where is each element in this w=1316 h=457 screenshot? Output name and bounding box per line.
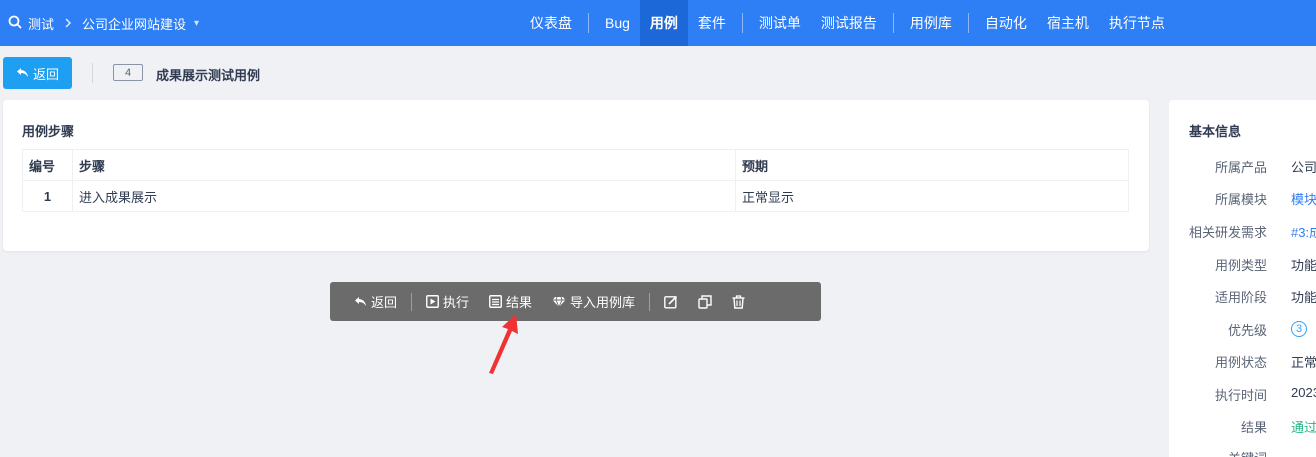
- import-caselib-label: 导入用例库: [570, 295, 636, 310]
- info-label: 适用阶段: [1214, 290, 1267, 305]
- toolbar-back-label: 返回: [371, 295, 398, 310]
- info-row-result: 结果 通过: [1169, 417, 1316, 437]
- top-navbar: 测试 公司企业网站建设 ▾ 仪表盘 Bug 用例 套件 测试单 测试报告 用例库…: [0, 0, 1316, 46]
- nav-dashboard[interactable]: 仪表盘: [520, 0, 582, 46]
- nav-exec-node[interactable]: 执行节点: [1099, 0, 1175, 46]
- play-icon: [426, 295, 439, 308]
- steps-section-title: 用例步骤: [22, 124, 75, 139]
- info-label: 关键词: [1228, 448, 1267, 457]
- column-header-step: 步骤: [72, 149, 736, 181]
- run-button-label: 执行: [443, 295, 470, 310]
- nav-divider: [588, 13, 589, 33]
- basic-info-title: 基本信息: [1189, 124, 1242, 139]
- nav-automation[interactable]: 自动化: [975, 0, 1037, 46]
- toolbar-divider: [411, 292, 413, 311]
- nav-testreport[interactable]: 测试报告: [811, 0, 887, 46]
- steps-card: 用例步骤 编号 步骤 预期 1 进入成果展示 正常显示: [3, 100, 1149, 251]
- info-value: 公司: [1291, 160, 1316, 175]
- result-button-label: 结果: [506, 295, 533, 310]
- edit-icon: [664, 295, 678, 309]
- info-row-stage: 适用阶段 功能: [1169, 287, 1316, 307]
- info-row-exec-time: 执行时间 2023: [1169, 385, 1316, 405]
- project-switcher[interactable]: 公司企业网站建设: [82, 14, 186, 33]
- info-label: 所属产品: [1214, 160, 1267, 175]
- column-header-num: 编号: [22, 149, 73, 181]
- breadcrumb: 测试 公司企业网站建设 ▾: [8, 0, 199, 46]
- info-row-product: 所属产品 公司: [1169, 157, 1316, 177]
- nav-suite[interactable]: 套件: [688, 0, 736, 46]
- nav-bug[interactable]: Bug: [595, 0, 640, 46]
- search-icon[interactable]: [8, 15, 22, 32]
- info-row-keywords: 关键词: [1169, 448, 1316, 457]
- copy-icon: [698, 294, 712, 309]
- table-row: 1 进入成果展示 正常显示: [22, 180, 1129, 212]
- nav-testtask[interactable]: 测试单: [749, 0, 811, 46]
- info-label: 结果: [1240, 420, 1267, 435]
- nav-caselib[interactable]: 用例库: [900, 0, 962, 46]
- info-row-status: 用例状态 正常: [1169, 352, 1316, 372]
- info-value-link[interactable]: 模块: [1291, 189, 1316, 208]
- diamond-icon: [552, 296, 566, 308]
- info-label: 用例状态: [1214, 355, 1267, 370]
- toolbar-back-button[interactable]: 返回: [344, 282, 407, 321]
- header-divider: [92, 63, 93, 83]
- annotation-arrow-icon: [489, 314, 518, 374]
- import-caselib-button[interactable]: 导入用例库: [542, 282, 645, 321]
- info-label: 所属模块: [1214, 192, 1267, 207]
- undo-arrow-icon: [354, 296, 367, 307]
- copy-button[interactable]: [688, 282, 722, 321]
- info-value: 2023: [1291, 385, 1316, 400]
- basic-info-panel: 基本信息 所属产品 公司 所属模块 模块 相关研发需求 #3:成 用例类型 功能…: [1169, 100, 1316, 457]
- nav-divider: [741, 13, 743, 33]
- nav-divider: [967, 13, 969, 33]
- info-row-type: 用例类型 功能: [1169, 255, 1316, 275]
- undo-arrow-icon: [16, 66, 29, 81]
- trash-icon: [732, 294, 745, 309]
- table-header-row: 编号 步骤 预期: [22, 149, 1129, 181]
- app-name[interactable]: 测试: [28, 14, 54, 33]
- result-value: 通过: [1291, 420, 1316, 435]
- info-label: 用例类型: [1214, 258, 1267, 273]
- info-value-link[interactable]: #3:成: [1291, 222, 1316, 241]
- priority-circle: 3: [1291, 321, 1307, 337]
- action-toolbar: 返回 执行 结果 导入用例库: [330, 282, 821, 321]
- case-id-badge: 4: [113, 64, 143, 81]
- info-row-module: 所属模块 模块: [1169, 189, 1316, 209]
- info-row-priority: 优先级 3: [1169, 320, 1316, 340]
- column-header-expect: 预期: [735, 149, 1129, 181]
- nav-divider: [892, 13, 894, 33]
- run-button[interactable]: 执行: [416, 282, 479, 321]
- step-description: 进入成果展示: [72, 180, 736, 212]
- step-number: 1: [22, 180, 73, 212]
- edit-button[interactable]: [654, 282, 688, 321]
- steps-table: 编号 步骤 预期 1 进入成果展示 正常显示: [22, 149, 1129, 212]
- nav-host[interactable]: 宿主机: [1037, 0, 1099, 46]
- caret-down-icon[interactable]: ▾: [194, 18, 199, 29]
- step-expected: 正常显示: [735, 180, 1129, 212]
- info-value: 功能: [1291, 290, 1316, 305]
- info-row-story: 相关研发需求 #3:成: [1169, 222, 1316, 242]
- toolbar-divider: [649, 292, 651, 311]
- back-button-label: 返回: [32, 66, 59, 82]
- result-list-icon: [489, 295, 502, 308]
- page-title: 成果展示测试用例: [156, 68, 261, 83]
- info-value: 功能: [1291, 258, 1316, 273]
- main-nav: 仪表盘 Bug 用例 套件 测试单 测试报告 用例库 自动化 宿主机 执行节点: [520, 0, 1175, 46]
- info-label: 相关研发需求: [1188, 225, 1267, 240]
- info-label: 优先级: [1227, 323, 1267, 338]
- info-value: 正常: [1291, 355, 1316, 370]
- priority-badge: 3: [1291, 320, 1307, 337]
- delete-button[interactable]: [722, 282, 755, 321]
- chevron-right-icon: [64, 16, 72, 31]
- nav-cases[interactable]: 用例: [639, 0, 688, 46]
- info-label: 执行时间: [1214, 388, 1267, 403]
- back-button[interactable]: 返回: [3, 57, 72, 89]
